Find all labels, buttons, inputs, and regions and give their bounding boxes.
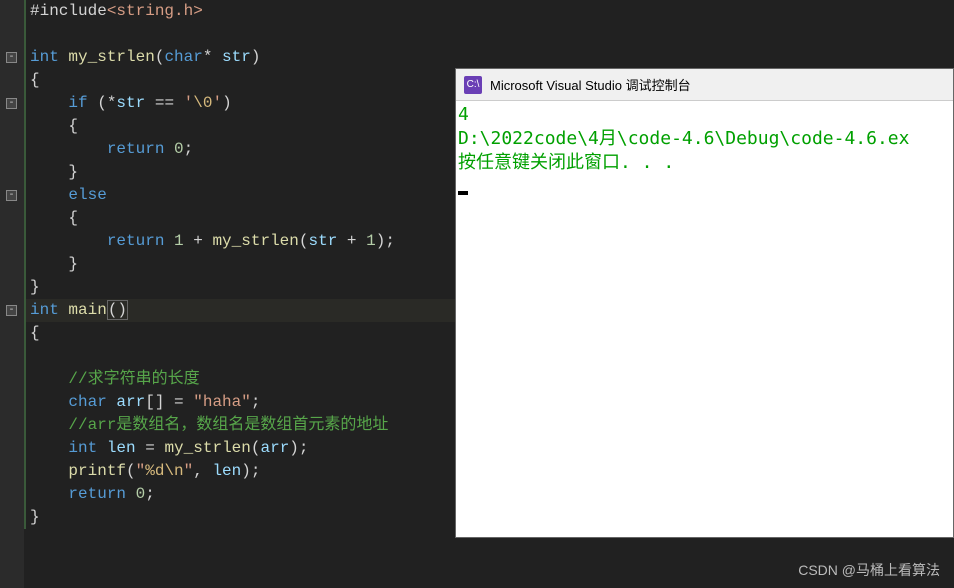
code-token	[164, 140, 174, 158]
code-token: char	[68, 393, 106, 411]
code-token: return	[68, 485, 126, 503]
code-token: (	[155, 48, 165, 66]
fold-toggle-icon[interactable]: -	[6, 98, 17, 109]
code-line[interactable]: #include<string.h>	[24, 0, 954, 23]
code-token: char	[164, 48, 202, 66]
code-token: {	[30, 209, 78, 227]
code-token: return	[107, 140, 165, 158]
code-token: int	[30, 301, 68, 319]
code-token: }	[30, 255, 78, 273]
code-token	[30, 94, 68, 112]
code-token: ;	[251, 393, 261, 411]
code-token	[30, 140, 107, 158]
code-token: printf	[68, 462, 126, 480]
code-token: arr	[260, 439, 289, 457]
code-line[interactable]: int my_strlen(char* str)	[24, 46, 954, 69]
code-token: (*	[88, 94, 117, 112]
watermark-text: CSDN @马桶上看算法	[798, 560, 940, 580]
fold-toggle-icon[interactable]: -	[6, 305, 17, 316]
code-token: 1	[366, 232, 376, 250]
code-token: %d\n	[145, 462, 183, 480]
code-token: "	[184, 462, 194, 480]
code-token: 0	[174, 140, 184, 158]
console-output-line: 4	[458, 103, 953, 127]
code-token: str	[308, 232, 337, 250]
code-token: '	[212, 94, 222, 112]
code-token	[30, 186, 68, 204]
code-token: \0	[193, 94, 212, 112]
code-token: #include	[30, 2, 107, 20]
editor-gutter	[0, 0, 24, 588]
code-token: <string.h>	[107, 2, 203, 20]
code-token: main	[68, 301, 106, 319]
code-token: str	[116, 94, 145, 112]
code-token: {	[30, 117, 78, 135]
code-token: ;	[184, 140, 194, 158]
code-token: int	[68, 439, 97, 457]
code-token: +	[337, 232, 366, 250]
code-token: return	[107, 232, 165, 250]
console-cursor	[458, 175, 953, 202]
code-token: ;	[145, 485, 155, 503]
fold-toggle-icon[interactable]: -	[6, 52, 17, 63]
code-token	[30, 439, 68, 457]
code-token: else	[68, 186, 106, 204]
debug-console-window[interactable]: C:\ Microsoft Visual Studio 调试控制台 4D:\20…	[455, 68, 954, 538]
code-line[interactable]	[24, 23, 954, 46]
code-token: );	[241, 462, 260, 480]
code-token: 1	[174, 232, 184, 250]
code-token: '	[184, 94, 194, 112]
code-token	[30, 462, 68, 480]
code-token: ()	[107, 300, 128, 320]
code-token: ,	[193, 462, 212, 480]
code-token: =	[136, 439, 165, 457]
code-token: 0	[136, 485, 146, 503]
code-token	[30, 232, 107, 250]
code-token: len	[107, 439, 136, 457]
code-token: {	[30, 324, 40, 342]
console-body[interactable]: 4D:\2022code\4月\code-4.6\Debug\code-4.6.…	[456, 101, 953, 537]
fold-toggle-icon[interactable]: -	[6, 190, 17, 201]
code-token	[126, 485, 136, 503]
code-token: my_strlen	[68, 48, 154, 66]
code-token: }	[30, 278, 40, 296]
console-title-text: Microsoft Visual Studio 调试控制台	[490, 75, 691, 94]
code-token: "haha"	[193, 393, 251, 411]
console-output-line: 按任意键关闭此窗口. . .	[458, 151, 953, 175]
code-token	[164, 232, 174, 250]
code-token: *	[203, 48, 222, 66]
code-token: str	[222, 48, 251, 66]
code-token: my_strlen	[212, 232, 298, 250]
code-token	[30, 485, 68, 503]
code-token: ==	[145, 94, 183, 112]
code-token	[30, 393, 68, 411]
console-output-line: D:\2022code\4月\code-4.6\Debug\code-4.6.e…	[458, 127, 953, 151]
code-token: );	[289, 439, 308, 457]
code-token: //求字符串的长度	[68, 370, 199, 388]
code-token: my_strlen	[164, 439, 250, 457]
code-token: //arr是数组名，数组名是数组首元素的地址	[68, 416, 388, 434]
code-token: )	[251, 48, 261, 66]
console-titlebar[interactable]: C:\ Microsoft Visual Studio 调试控制台	[456, 69, 953, 101]
code-token: }	[30, 508, 40, 526]
code-token: arr	[116, 393, 145, 411]
code-token	[30, 416, 68, 434]
code-token: );	[376, 232, 395, 250]
code-token: (	[126, 462, 136, 480]
code-token: }	[30, 163, 78, 181]
code-token: +	[184, 232, 213, 250]
code-token: len	[212, 462, 241, 480]
code-token: [] =	[145, 393, 193, 411]
code-token: if	[68, 94, 87, 112]
code-token: {	[30, 71, 40, 89]
code-token	[107, 393, 117, 411]
code-token	[30, 370, 68, 388]
console-app-icon: C:\	[464, 76, 482, 94]
code-token: int	[30, 48, 68, 66]
code-token: )	[222, 94, 232, 112]
code-token: "	[136, 462, 146, 480]
code-token	[97, 439, 107, 457]
